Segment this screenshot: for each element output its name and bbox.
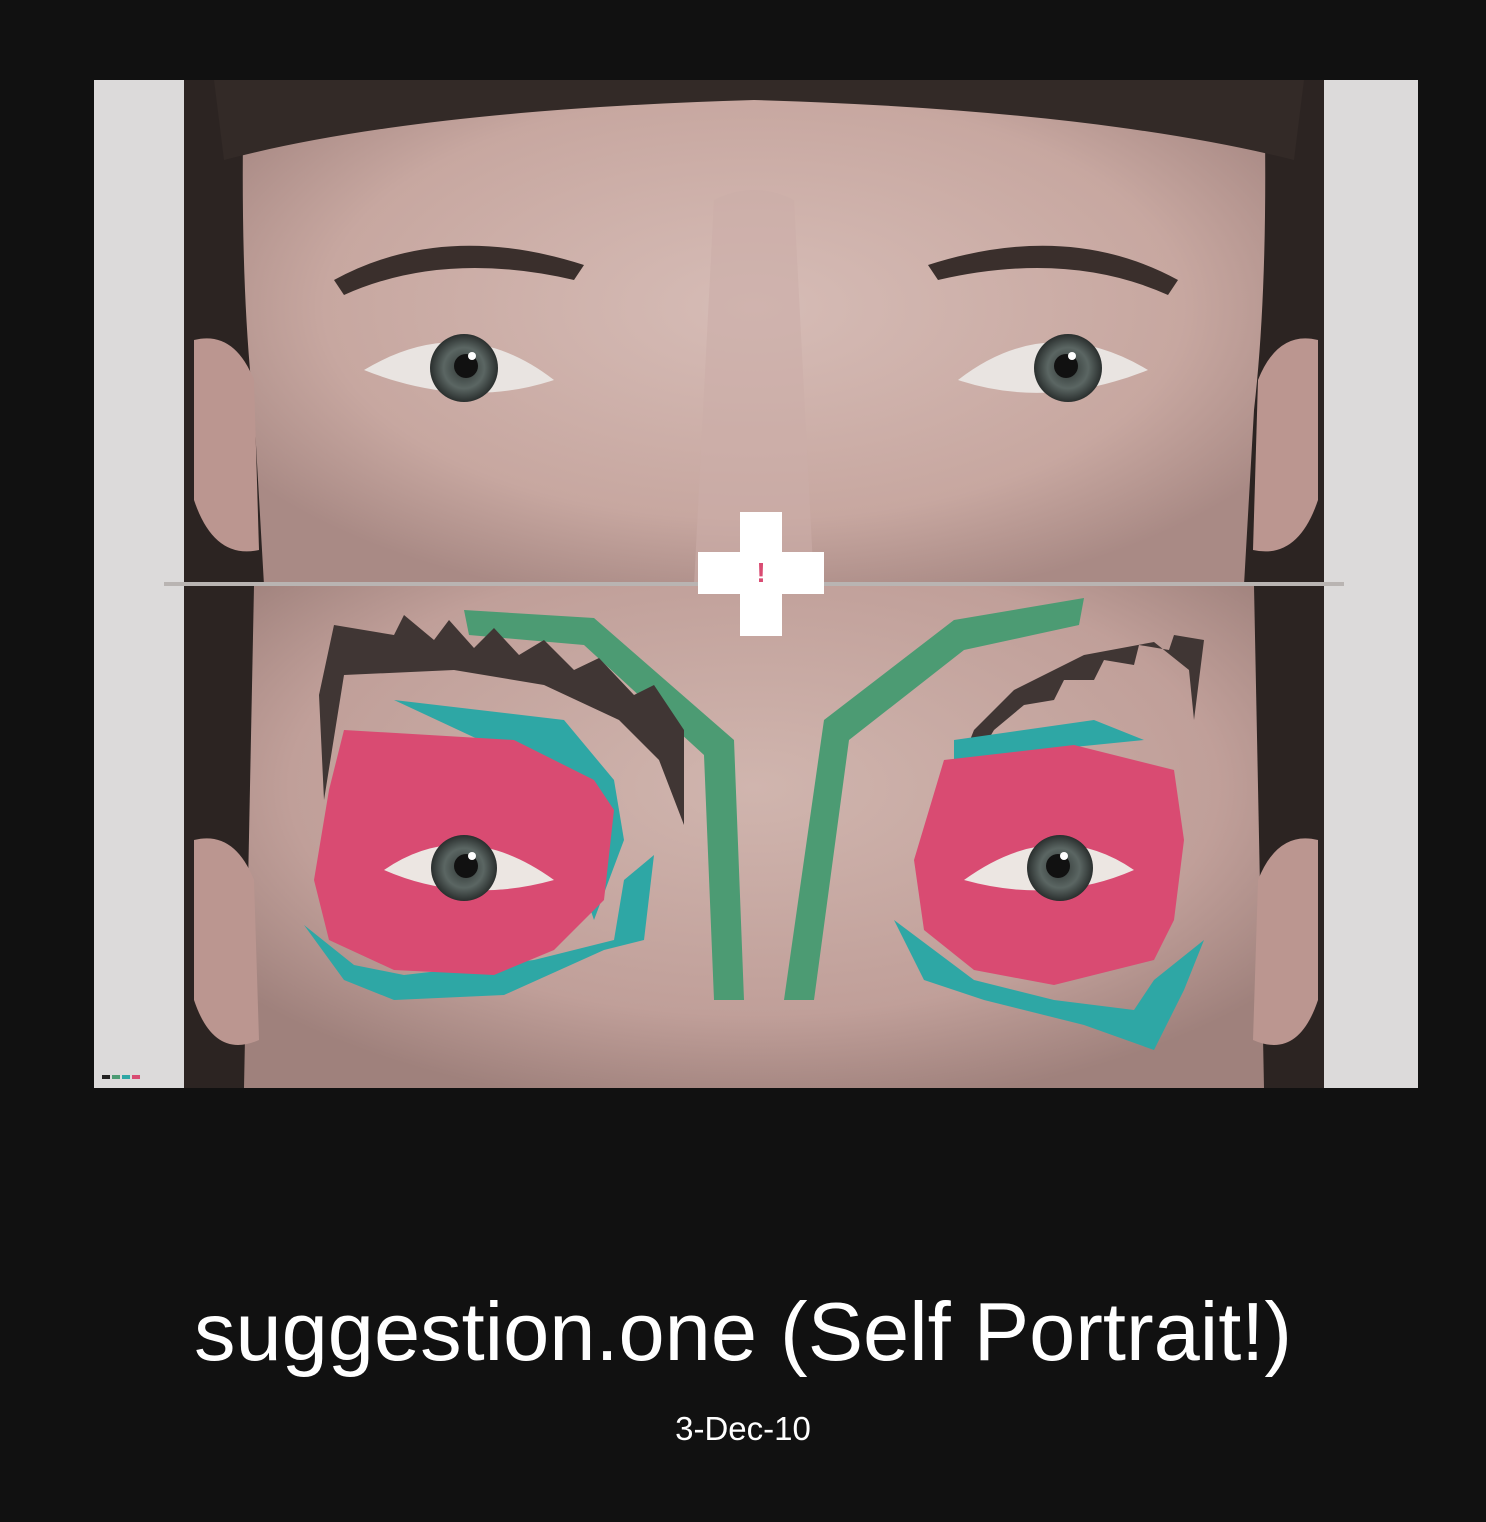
post-date: 3-Dec-10 bbox=[675, 1410, 811, 1447]
cross-badge-mark: ! bbox=[756, 557, 766, 588]
upper-face bbox=[184, 80, 1324, 585]
artwork-image[interactable]: ! bbox=[94, 80, 1418, 1088]
post-title: suggestion.one (Self Portrait!) bbox=[193, 1285, 1292, 1378]
